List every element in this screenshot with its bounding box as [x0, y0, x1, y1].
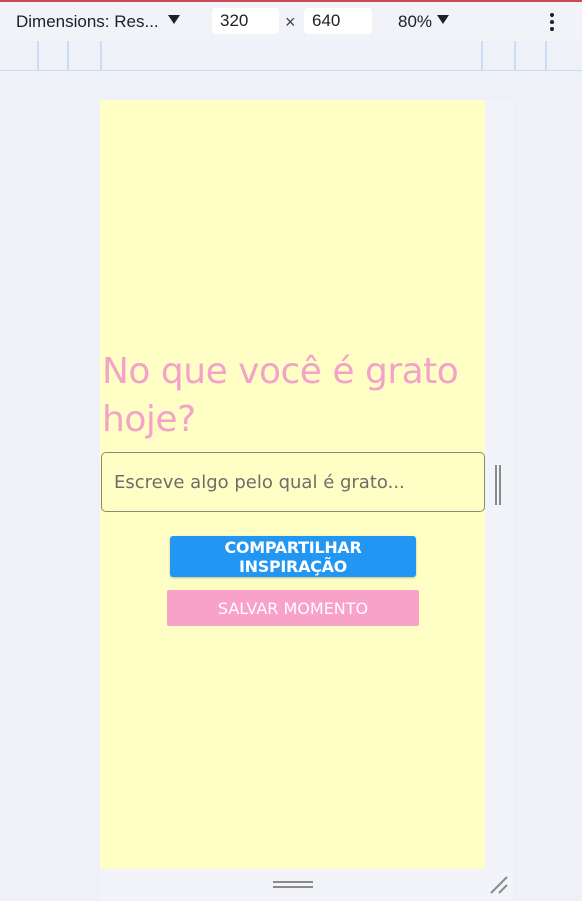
dimensions-dropdown[interactable]: Dimensions: Res...	[16, 12, 159, 32]
caret-down-icon[interactable]	[168, 15, 180, 24]
device-toolbar: Dimensions: Res... × 80%	[0, 2, 582, 41]
media-query-ruler[interactable]	[0, 41, 582, 71]
page-heading: No que você é grato hoje?	[102, 351, 459, 440]
zoom-dropdown[interactable]: 80%	[398, 12, 432, 32]
times-icon: ×	[285, 12, 296, 32]
ruler-tick[interactable]	[481, 41, 483, 70]
ruler-tick[interactable]	[67, 41, 69, 70]
height-input[interactable]	[304, 8, 372, 34]
more-vert-icon[interactable]	[544, 11, 560, 33]
caret-down-icon[interactable]	[437, 15, 449, 24]
gratitude-input[interactable]	[101, 452, 485, 512]
emulated-viewport: No que você é grato hoje? COMPARTILHAR I…	[100, 100, 485, 869]
save-moment-button[interactable]: SALVAR MOMENTO	[167, 590, 419, 626]
ruler-tick[interactable]	[100, 41, 102, 70]
ruler-tick[interactable]	[545, 41, 547, 70]
resize-corner-icon[interactable]	[488, 874, 510, 896]
ruler-tick[interactable]	[37, 41, 39, 70]
ruler-tick[interactable]	[514, 41, 516, 70]
resize-handle-icon[interactable]	[273, 880, 313, 890]
resize-handle-icon[interactable]	[493, 465, 503, 505]
share-inspiration-button[interactable]: COMPARTILHAR INSPIRAÇÃO	[170, 536, 416, 577]
width-input[interactable]	[212, 8, 279, 34]
